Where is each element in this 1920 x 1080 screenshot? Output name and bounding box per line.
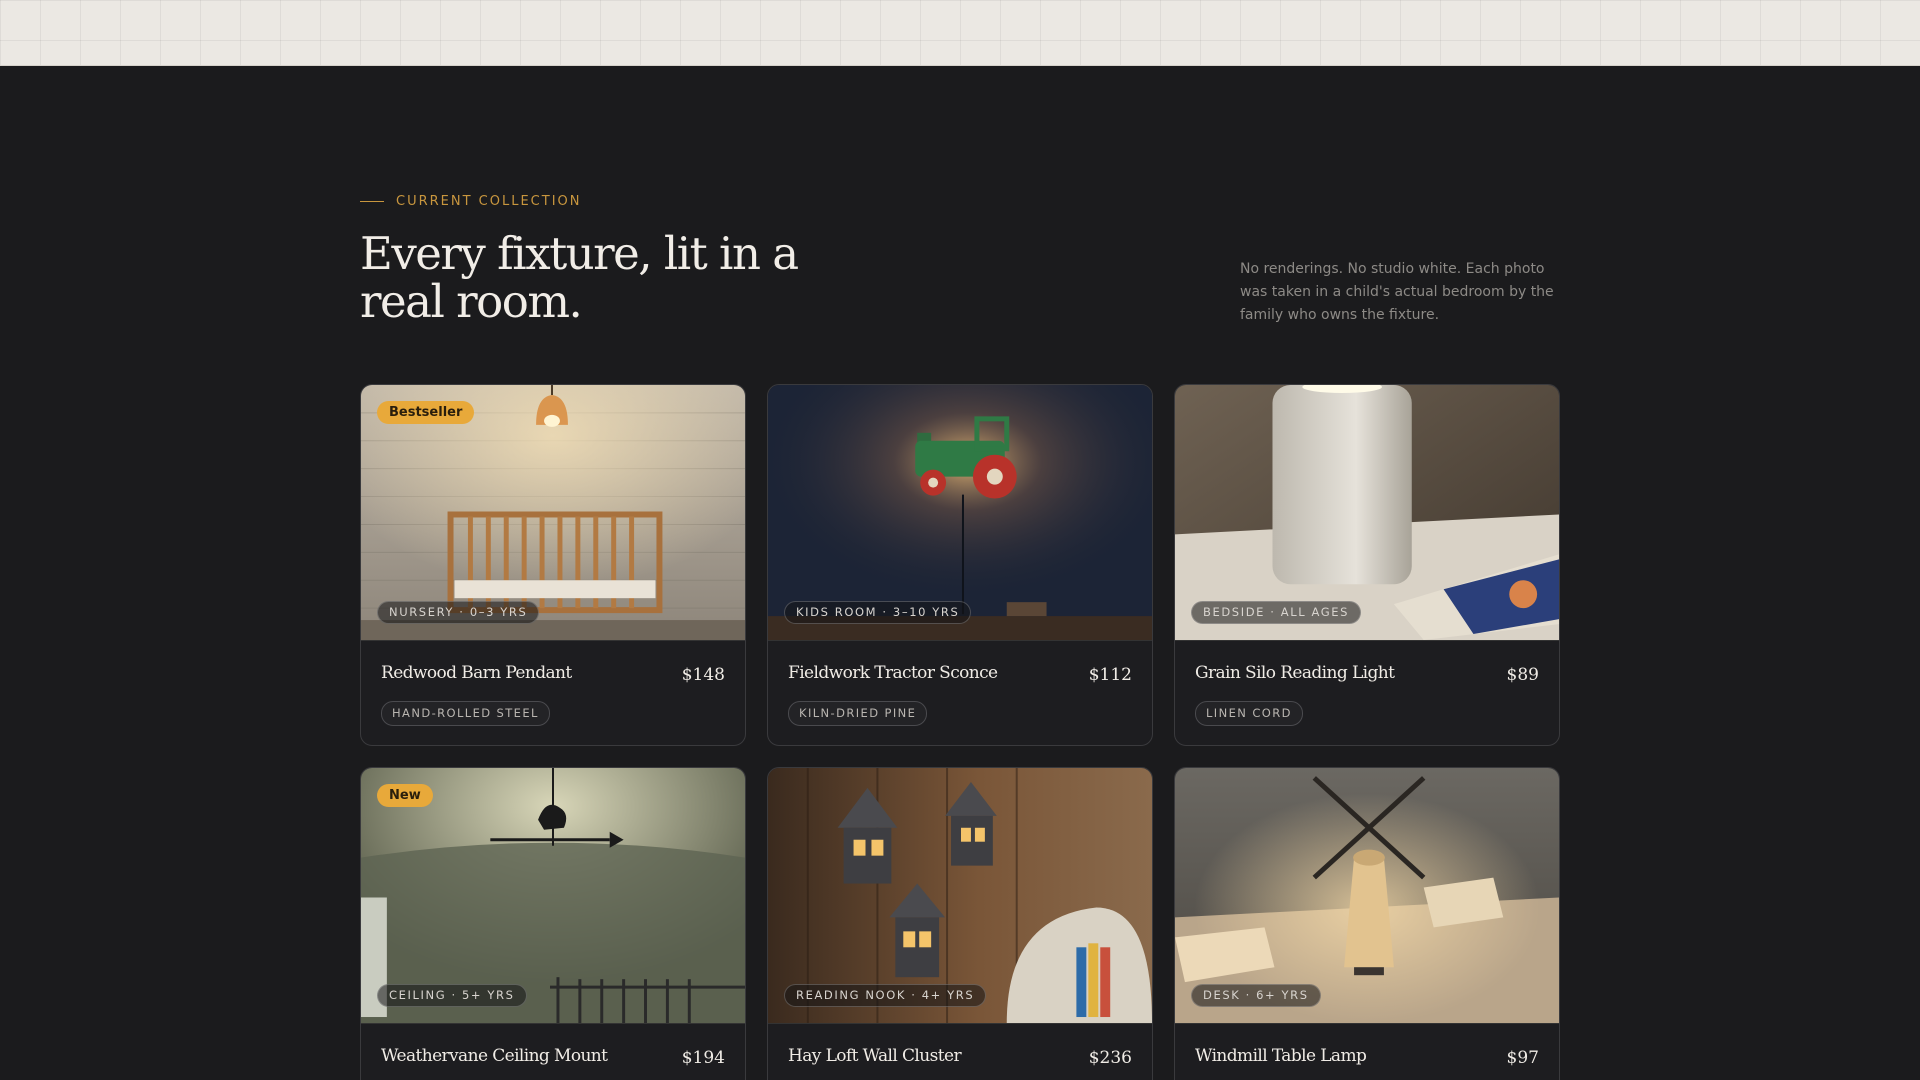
product-grid: Bestseller NURSERY · 0–3 YRS Redwood Bar… xyxy=(360,384,1560,1080)
material-tag: LINEN CORD xyxy=(1195,701,1303,726)
product-card[interactable]: READING NOOK · 4+ YRS Hay Loft Wall Clus… xyxy=(767,767,1153,1080)
product-card[interactable]: KIDS ROOM · 3–10 YRS Fieldwork Tractor S… xyxy=(767,384,1153,746)
material-tag: HAND-ROLLED STEEL xyxy=(381,701,550,726)
product-price: $89 xyxy=(1506,665,1539,685)
top-band xyxy=(0,0,1920,66)
product-price: $112 xyxy=(1088,665,1132,685)
room-tag: DESK · 6+ YRS xyxy=(1191,984,1321,1007)
room-tag: KIDS ROOM · 3–10 YRS xyxy=(784,601,972,624)
product-price: $148 xyxy=(681,665,725,685)
product-name[interactable]: Weathervane Ceiling Mount xyxy=(381,1046,608,1066)
section-headline: Every fixture, lit in a real room. xyxy=(360,227,799,328)
product-card[interactable]: Bestseller NURSERY · 0–3 YRS Redwood Bar… xyxy=(360,384,746,746)
eyebrow: CURRENT COLLECTION xyxy=(360,194,582,209)
product-photo[interactable]: KIDS ROOM · 3–10 YRS xyxy=(768,385,1152,641)
product-card[interactable]: DESK · 6+ YRS Windmill Table Lamp $97 xyxy=(1174,767,1560,1080)
product-photo[interactable]: BEDSIDE · ALL AGES xyxy=(1175,385,1559,641)
product-photo[interactable]: READING NOOK · 4+ YRS xyxy=(768,768,1152,1024)
product-photo[interactable]: Bestseller NURSERY · 0–3 YRS xyxy=(361,385,745,641)
room-tag: CEILING · 5+ YRS xyxy=(377,984,527,1007)
room-tag: BEDSIDE · ALL AGES xyxy=(1191,601,1362,624)
product-name[interactable]: Redwood Barn Pendant xyxy=(381,663,572,683)
product-price: $194 xyxy=(681,1048,725,1068)
product-card[interactable]: BEDSIDE · ALL AGES Grain Silo Reading Li… xyxy=(1174,384,1560,746)
product-info: Grain Silo Reading Light $89 LINEN CORD xyxy=(1175,641,1559,745)
product-card[interactable]: New CEILING · 5+ YRS Weathervane Ceiling… xyxy=(360,767,746,1080)
product-name[interactable]: Grain Silo Reading Light xyxy=(1195,663,1395,683)
product-price: $236 xyxy=(1088,1048,1132,1068)
product-name[interactable]: Windmill Table Lamp xyxy=(1195,1046,1367,1066)
eyebrow-rule xyxy=(360,201,384,202)
product-info: Weathervane Ceiling Mount $194 xyxy=(361,1024,745,1080)
material-tag: KILN-DRIED PINE xyxy=(788,701,928,726)
product-info: Windmill Table Lamp $97 xyxy=(1175,1024,1559,1080)
product-name[interactable]: Hay Loft Wall Cluster xyxy=(788,1046,962,1066)
eyebrow-text: CURRENT COLLECTION xyxy=(396,194,582,209)
product-info: Hay Loft Wall Cluster $236 xyxy=(768,1024,1152,1080)
product-price: $97 xyxy=(1506,1048,1539,1068)
product-photo[interactable]: DESK · 6+ YRS xyxy=(1175,768,1559,1024)
product-info: Fieldwork Tractor Sconce $112 KILN-DRIED… xyxy=(768,641,1152,745)
room-tag: NURSERY · 0–3 YRS xyxy=(377,601,540,624)
product-info: Redwood Barn Pendant $148 HAND-ROLLED ST… xyxy=(361,641,745,745)
product-photo[interactable]: New CEILING · 5+ YRS xyxy=(361,768,745,1024)
product-name[interactable]: Fieldwork Tractor Sconce xyxy=(788,663,998,683)
section-intro: No renderings. No studio white. Each pho… xyxy=(1240,261,1554,323)
product-badge: Bestseller xyxy=(377,401,475,424)
collection-section: CURRENT COLLECTION Every fixture, lit in… xyxy=(360,66,1560,1080)
room-tag: READING NOOK · 4+ YRS xyxy=(784,984,987,1007)
product-badge: New xyxy=(377,784,433,807)
